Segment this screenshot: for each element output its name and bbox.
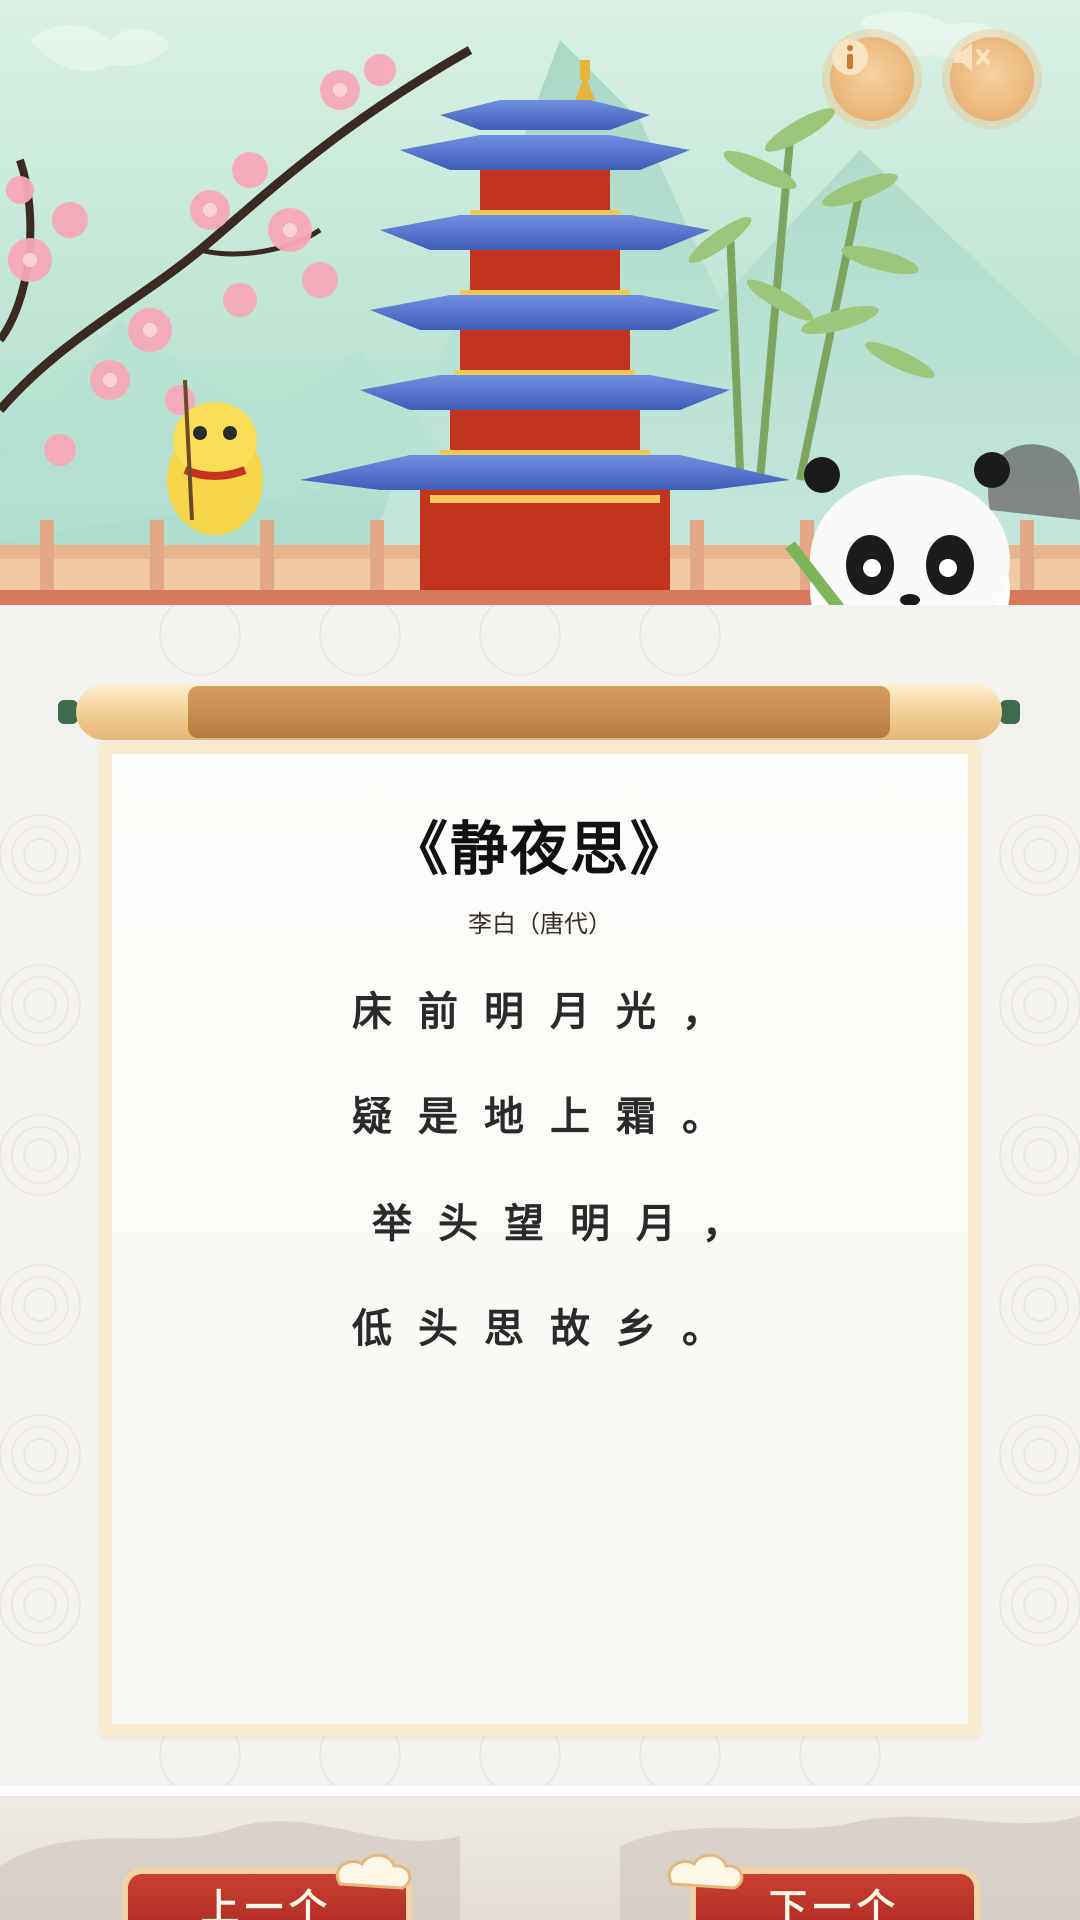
cloud-ornament-icon <box>668 1853 744 1890</box>
poem-line: 疑是地上霜。 <box>352 1094 748 1140</box>
poem-author: 李白（唐代） <box>468 910 612 938</box>
speaker-mute-icon <box>954 43 990 71</box>
poem-line: 举头望明月， <box>372 1201 768 1247</box>
mute-button[interactable] <box>950 37 1034 121</box>
scenery <box>0 0 1080 605</box>
section-divider <box>0 1786 1080 1796</box>
scroll-paper: 《静夜思》 李白（唐代） 床前明月光， 疑是地上霜。 举头望明月， 低头思故乡。 <box>100 742 980 1736</box>
poem-line: 床前明月光， <box>352 989 748 1035</box>
footer-nav: 上一个 下一个 <box>0 1796 1080 1920</box>
poem-line: 低头思故乡。 <box>352 1306 748 1352</box>
scroll-rod <box>58 684 1020 740</box>
info-button[interactable] <box>830 37 914 121</box>
poem-title: 《静夜思》 <box>389 815 690 883</box>
info-icon <box>832 39 868 75</box>
hero-illustration <box>0 0 1080 605</box>
cloud-ornament-icon <box>336 1853 412 1890</box>
